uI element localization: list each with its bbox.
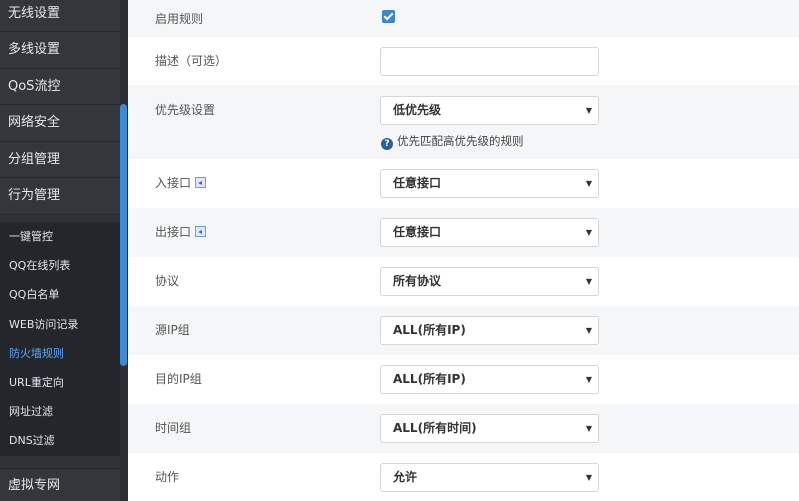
- firewall-rule-form: 启用规则 描述（可选） 优先级设置 低优先级 ▼ ? 优先匹配高优先级的规则 入接…: [128, 0, 799, 501]
- row-dst-ip-group: 目的IP组 ALL(所有IP) ▼: [128, 355, 799, 404]
- priority-value: 低优先级: [393, 103, 442, 117]
- sidebar-item-qos[interactable]: QoS流控: [0, 68, 120, 105]
- row-priority: 优先级设置 低优先级 ▼ ? 优先匹配高优先级的规则: [128, 85, 799, 159]
- enable-rule-label: 启用规则: [155, 12, 204, 26]
- sidebar-subitem-web-access-log[interactable]: WEB访问记录: [0, 310, 120, 339]
- chevron-down-icon: ▼: [585, 473, 592, 482]
- sidebar-subitem-one-click-control[interactable]: 一键管控: [0, 222, 120, 251]
- chevron-down-icon: ▼: [585, 179, 592, 188]
- priority-select[interactable]: 低优先级 ▼: [380, 96, 599, 125]
- time-group-value: ALL(所有时间): [393, 421, 477, 435]
- sidebar-item-vpn[interactable]: 虚拟专网: [0, 468, 120, 501]
- src-ip-group-select[interactable]: ALL(所有IP) ▼: [380, 316, 599, 345]
- protocol-value: 所有协议: [393, 274, 442, 288]
- sidebar-item-group-management[interactable]: 分组管理: [0, 141, 120, 178]
- sidebar-main-menu: 无线设置 多线设置 QoS流控 网络安全 分组管理 行为管理: [0, 0, 120, 215]
- dst-ip-group-select[interactable]: ALL(所有IP) ▼: [380, 365, 599, 394]
- sidebar-scrollbar-thumb[interactable]: [120, 104, 127, 366]
- time-group-select[interactable]: ALL(所有时间) ▼: [380, 414, 599, 443]
- dst-ip-group-value: ALL(所有IP): [393, 372, 466, 386]
- row-time-group: 时间组 ALL(所有时间) ▼: [128, 404, 799, 453]
- priority-hint: ? 优先匹配高优先级的规则: [381, 133, 524, 150]
- port-info-icon[interactable]: [195, 226, 207, 237]
- in-port-value: 任意接口: [393, 176, 442, 190]
- description-input[interactable]: [380, 47, 599, 76]
- sidebar-subitem-qq-online-list[interactable]: QQ在线列表: [0, 251, 120, 280]
- in-port-select[interactable]: 任意接口 ▼: [380, 169, 599, 198]
- src-ip-group-value: ALL(所有IP): [393, 323, 466, 337]
- enable-rule-checkbox[interactable]: [382, 10, 395, 23]
- row-protocol: 协议 所有协议 ▼: [128, 257, 799, 306]
- action-select[interactable]: 允许 ▼: [380, 463, 599, 492]
- out-port-select[interactable]: 任意接口 ▼: [380, 218, 599, 247]
- priority-label: 优先级设置: [155, 103, 216, 117]
- out-port-value: 任意接口: [393, 225, 442, 239]
- sidebar-item-behavior-management[interactable]: 行为管理: [0, 178, 120, 215]
- chevron-down-icon: ▼: [585, 424, 592, 433]
- chevron-down-icon: ▼: [585, 106, 592, 115]
- time-group-label: 时间组: [155, 421, 192, 435]
- sidebar-item-multiline[interactable]: 多线设置: [0, 32, 120, 69]
- action-value: 允许: [393, 470, 418, 484]
- sidebar-subitem-qq-whitelist[interactable]: QQ白名单: [0, 280, 120, 309]
- description-label: 描述（可选）: [155, 54, 228, 68]
- chevron-down-icon: ▼: [585, 326, 592, 335]
- chevron-down-icon: ▼: [585, 228, 592, 237]
- out-port-label-text: 出接口: [155, 225, 192, 239]
- sidebar-subitem-firewall-rules[interactable]: 防火墙规则: [0, 339, 120, 368]
- priority-hint-text: 优先匹配高优先级的规则: [397, 134, 524, 148]
- row-enable-rule: 启用规则: [128, 0, 799, 37]
- sidebar-submenu: 一键管控 QQ在线列表 QQ白名单 WEB访问记录 防火墙规则 URL重定向 网…: [0, 222, 120, 456]
- src-ip-group-label: 源IP组: [155, 323, 190, 337]
- out-port-label: 出接口: [155, 223, 207, 240]
- row-out-port: 出接口 任意接口 ▼: [128, 208, 799, 257]
- sidebar-item-network-security[interactable]: 网络安全: [0, 105, 120, 142]
- in-port-label-text: 入接口: [155, 176, 192, 190]
- action-label: 动作: [155, 470, 180, 484]
- sidebar-subitem-url-redirect[interactable]: URL重定向: [0, 368, 120, 397]
- dst-ip-group-label: 目的IP组: [155, 372, 202, 386]
- sidebar-subitem-dns-filter[interactable]: DNS过滤: [0, 426, 120, 455]
- help-icon: ?: [381, 138, 393, 150]
- protocol-select[interactable]: 所有协议 ▼: [380, 267, 599, 296]
- row-src-ip-group: 源IP组 ALL(所有IP) ▼: [128, 306, 799, 355]
- chevron-down-icon: ▼: [585, 277, 592, 286]
- in-port-label: 入接口: [155, 174, 207, 191]
- protocol-label: 协议: [155, 274, 180, 288]
- sidebar-item-wireless[interactable]: 无线设置: [0, 0, 120, 32]
- chevron-down-icon: ▼: [585, 375, 592, 384]
- row-description: 描述（可选）: [128, 37, 799, 85]
- row-in-port: 入接口 任意接口 ▼: [128, 159, 799, 208]
- sidebar-subitem-url-filter[interactable]: 网址过滤: [0, 397, 120, 426]
- row-action: 动作 允许 ▼: [128, 453, 799, 501]
- port-info-icon[interactable]: [195, 177, 207, 188]
